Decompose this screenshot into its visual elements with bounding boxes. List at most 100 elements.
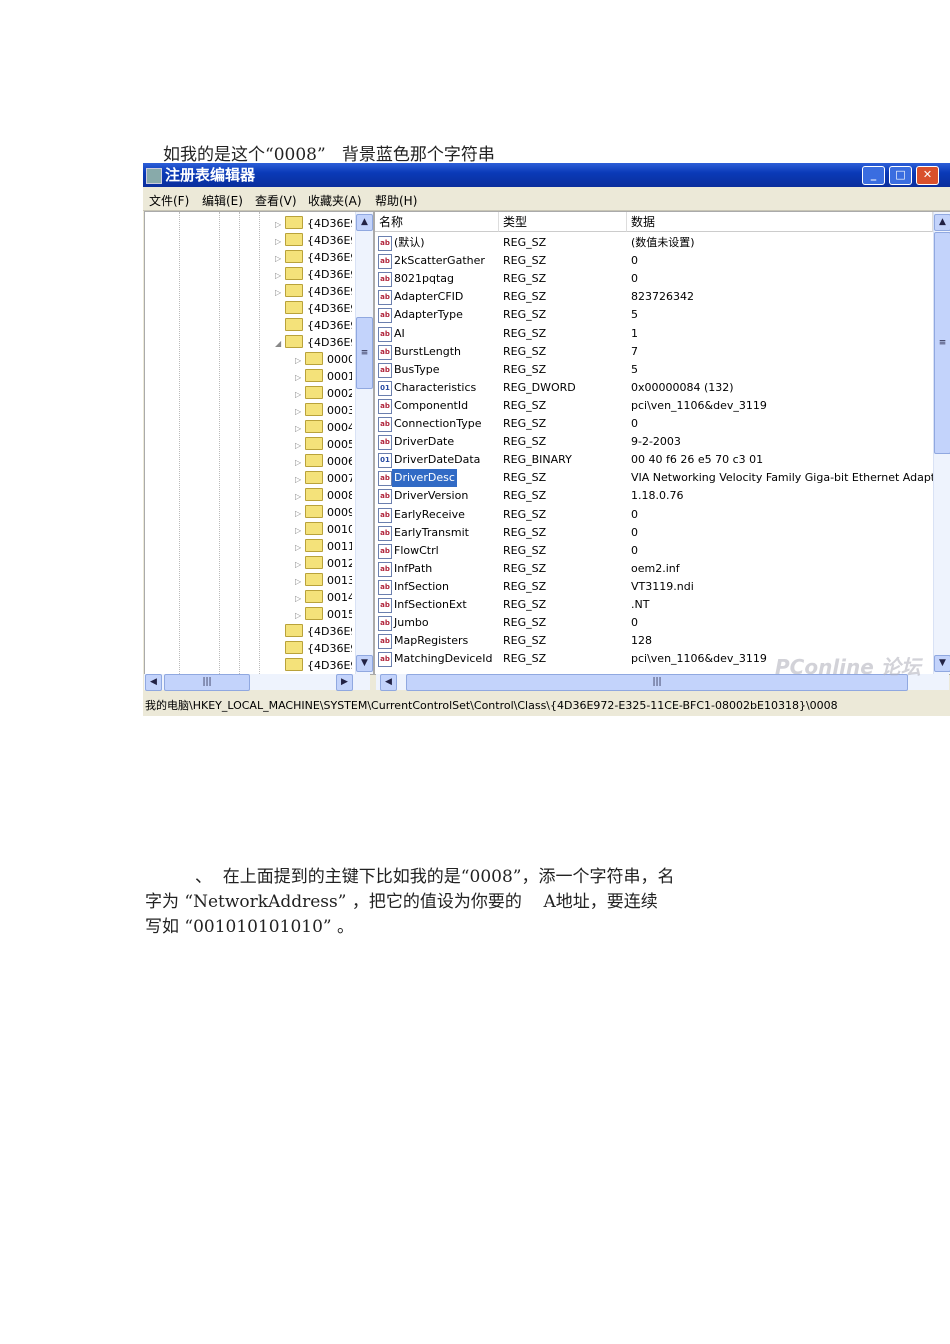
- value-row[interactable]: ab InfSection REG_SZ VT3119.ndi: [375, 578, 935, 596]
- value-row[interactable]: ab AI REG_SZ 1: [375, 325, 935, 343]
- tree-node[interactable]: ▷ {4D36E9: [275, 215, 352, 232]
- tree-node[interactable]: ▷ 0000: [295, 351, 352, 368]
- value-row[interactable]: ab MapRegisters REG_SZ 128: [375, 632, 935, 650]
- tree-node[interactable]: ▷ 0008: [295, 487, 352, 504]
- expander-icon[interactable]: ▷: [275, 267, 285, 283]
- scroll-left-button[interactable]: ◀: [380, 674, 397, 691]
- value-row[interactable]: ab EarlyReceive REG_SZ 0: [375, 506, 935, 524]
- scroll-up-button[interactable]: ▲: [356, 214, 373, 231]
- tree-node[interactable]: ▷ 0011: [295, 538, 352, 555]
- value-row[interactable]: ab BusType REG_SZ 5: [375, 361, 935, 379]
- string-value-icon: ab: [378, 435, 392, 451]
- value-row[interactable]: ab ConnectionType REG_SZ 0: [375, 415, 935, 433]
- value-row[interactable]: 01 Characteristics REG_DWORD 0x00000084 (13…: [375, 379, 935, 397]
- expander-icon[interactable]: ▷: [295, 590, 305, 606]
- expander-icon[interactable]: ▷: [295, 488, 305, 504]
- scroll-right-button[interactable]: ▶: [336, 674, 353, 691]
- tree-node[interactable]: {4D36E9: [275, 623, 352, 640]
- expander-icon[interactable]: ▷: [295, 539, 305, 555]
- value-row[interactable]: ab AdapterCFID REG_SZ 823726342: [375, 288, 935, 306]
- value-row[interactable]: ab 2kScatterGather REG_SZ 0: [375, 252, 935, 270]
- expander-icon[interactable]: ▷: [295, 471, 305, 487]
- tree-node[interactable]: ▷ 0001: [295, 368, 352, 385]
- tree-node[interactable]: ▷ {4D36E9: [275, 249, 352, 266]
- expander-icon[interactable]: ▷: [295, 403, 305, 419]
- scroll-down-button[interactable]: ▼: [934, 655, 950, 672]
- tree-node[interactable]: {4D36E9: [275, 657, 352, 674]
- tree-node[interactable]: ◢ {4D36E9: [275, 334, 352, 351]
- expander-icon[interactable]: ▷: [295, 607, 305, 623]
- tree-node[interactable]: ▷ {4D36E9: [275, 283, 352, 300]
- value-row[interactable]: 01 DriverDateData REG_BINARY 00 40 f6 26 e5…: [375, 451, 935, 469]
- close-button[interactable]: ✕: [916, 166, 939, 185]
- expander-icon[interactable]: ▷: [295, 420, 305, 436]
- expander-icon[interactable]: ▷: [275, 233, 285, 249]
- menu-favorites[interactable]: 收藏夹(A): [308, 192, 362, 209]
- tree-node[interactable]: ▷ {4D36E9: [275, 232, 352, 249]
- tree-node[interactable]: ▷ 0012: [295, 555, 352, 572]
- expander-icon[interactable]: ▷: [275, 250, 285, 266]
- value-row[interactable]: ab Jumbo REG_SZ 0: [375, 614, 935, 632]
- value-row[interactable]: ab AdapterType REG_SZ 5: [375, 306, 935, 324]
- tree-node-label: {4D36E9: [307, 217, 352, 230]
- values-list[interactable]: 名称 类型 数据 ab (默认) REG_SZ (数值未设置) ab 2kScatterG…: [374, 211, 950, 675]
- menu-help[interactable]: 帮助(H): [375, 192, 417, 209]
- value-row[interactable]: ab 8021pqtag REG_SZ 0: [375, 270, 935, 288]
- scroll-left-button[interactable]: ◀: [145, 674, 162, 691]
- scroll-up-button[interactable]: ▲: [934, 214, 950, 231]
- expander-icon[interactable]: ▷: [295, 352, 305, 368]
- value-row[interactable]: ab BurstLength REG_SZ 7: [375, 343, 935, 361]
- value-row[interactable]: ab FlowCtrl REG_SZ 0: [375, 542, 935, 560]
- column-name[interactable]: 名称: [375, 212, 499, 232]
- tree-node[interactable]: ▷ 0007: [295, 470, 352, 487]
- menu-view[interactable]: 查看(V): [255, 192, 297, 209]
- tree-node[interactable]: ▷ 0010: [295, 521, 352, 538]
- value-row[interactable]: ab DriverDesc REG_SZ VIA Networking Velocit…: [375, 469, 946, 488]
- tree-node[interactable]: ▷ {4D36E9: [275, 266, 352, 283]
- maximize-button[interactable]: □: [889, 166, 912, 185]
- expander-icon[interactable]: ▷: [295, 522, 305, 538]
- expander-icon[interactable]: ▷: [295, 573, 305, 589]
- expander-icon[interactable]: ▷: [275, 216, 285, 232]
- expander-icon[interactable]: ▷: [275, 284, 285, 300]
- column-data[interactable]: 数据: [627, 212, 933, 232]
- value-row[interactable]: ab DriverVersion REG_SZ 1.18.0.76: [375, 487, 935, 505]
- scroll-thumb[interactable]: |||: [164, 674, 250, 691]
- tree-node[interactable]: ▷ 0009: [295, 504, 352, 521]
- expander-icon[interactable]: ▷: [295, 437, 305, 453]
- tree-node[interactable]: ▷ 0015: [295, 606, 352, 623]
- expander-icon[interactable]: ◢: [275, 335, 285, 351]
- expander-icon[interactable]: ▷: [295, 556, 305, 572]
- scroll-thumb[interactable]: ≡: [934, 232, 950, 454]
- expander-icon[interactable]: ▷: [295, 369, 305, 385]
- tree-node[interactable]: ▷ 0006: [295, 453, 352, 470]
- expander-icon[interactable]: ▷: [295, 505, 305, 521]
- tree-node[interactable]: {4D36E9: [275, 317, 352, 334]
- expander-icon[interactable]: ▷: [295, 386, 305, 402]
- value-row[interactable]: ab InfSectionExt REG_SZ .NT: [375, 596, 935, 614]
- tree-node[interactable]: {4D36E9: [275, 300, 352, 317]
- value-row[interactable]: ab ComponentId REG_SZ pci\ven_1106&dev_3119: [375, 397, 935, 415]
- tree-node[interactable]: ▷ 0004: [295, 419, 352, 436]
- column-type[interactable]: 类型: [499, 212, 627, 232]
- tree-node[interactable]: ▷ 0003: [295, 402, 352, 419]
- list-vertical-scrollbar[interactable]: ▲ ≡ ▼: [933, 212, 950, 674]
- value-row[interactable]: ab EarlyTransmit REG_SZ 0: [375, 524, 935, 542]
- tree-node[interactable]: ▷ 0002: [295, 385, 352, 402]
- key-tree[interactable]: ▷{4D36E9▷{4D36E9▷{4D36E9▷{4D36E9▷{4D36E9…: [144, 211, 374, 675]
- tree-node[interactable]: ▷ 0014: [295, 589, 352, 606]
- scroll-thumb[interactable]: ≡: [356, 317, 373, 389]
- menu-file[interactable]: 文件(F): [149, 192, 189, 209]
- minimize-button[interactable]: _: [862, 166, 885, 185]
- expander-icon[interactable]: ▷: [295, 454, 305, 470]
- value-row[interactable]: ab InfPath REG_SZ oem2.inf: [375, 560, 935, 578]
- tree-vertical-scrollbar[interactable]: ▲ ≡ ▼: [355, 212, 373, 674]
- value-row[interactable]: ab DriverDate REG_SZ 9-2-2003: [375, 433, 935, 451]
- value-row[interactable]: ab (默认) REG_SZ (数值未设置): [375, 234, 935, 252]
- menu-edit[interactable]: 编辑(E): [202, 192, 243, 209]
- tree-horizontal-scrollbar[interactable]: ◀ ||| ▶: [144, 674, 370, 691]
- tree-node[interactable]: {4D36E9: [275, 640, 352, 657]
- scroll-down-button[interactable]: ▼: [356, 655, 373, 672]
- tree-node[interactable]: ▷ 0013: [295, 572, 352, 589]
- tree-node[interactable]: ▷ 0005: [295, 436, 352, 453]
